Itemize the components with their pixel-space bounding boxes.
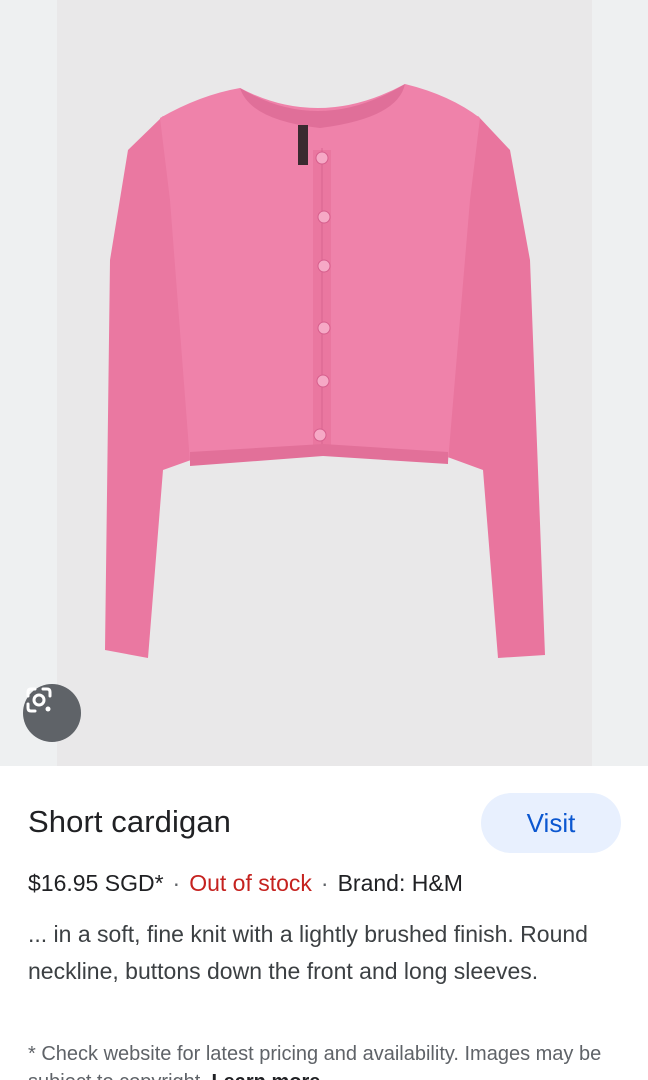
label-tag [298,125,308,165]
stock-status: Out of stock [189,870,312,896]
visit-button[interactable]: Visit [481,793,621,853]
google-lens-button[interactable] [23,684,81,742]
product-image-area[interactable] [0,0,648,766]
product-title: Short cardigan [28,804,232,839]
cardigan-image [105,84,545,658]
brand: Brand: H&M [337,870,463,896]
separator-dot: · [320,870,329,896]
learn-more-link[interactable]: Learn more [211,1071,320,1080]
separator-dot: · [172,870,181,896]
price: $16.95 SGD* [28,870,164,896]
product-description: ... in a soft, fine knit with a lightly … [28,921,588,984]
google-lens-icon [26,687,52,713]
product-meta-row: $16.95 SGD* · Out of stock · Brand: H&M [28,870,463,897]
pricing-footnote: * Check website for latest pricing and a… [28,1040,628,1080]
